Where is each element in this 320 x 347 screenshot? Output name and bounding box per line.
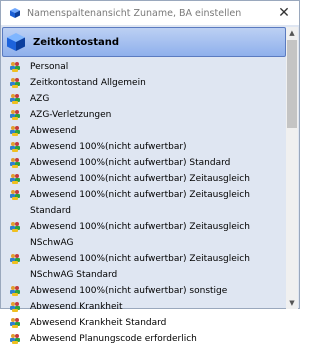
people-group-icon (10, 254, 20, 264)
list-item[interactable]: Abwesend (1, 123, 288, 139)
list-item-label: Abwesend 100%(nicht aufwertbar) sonstige (30, 286, 228, 296)
list-item-label: Abwesend (30, 126, 77, 136)
people-group-icon (10, 334, 20, 344)
list-item-label: Personal (30, 62, 69, 72)
list-item[interactable]: AZG (1, 91, 288, 107)
list-item-label: Abwesend Krankheit (30, 302, 123, 312)
people-group-icon (10, 110, 20, 120)
scroll-up-arrow-icon[interactable]: ▲ (286, 27, 298, 39)
scroll-down-arrow-icon[interactable]: ▼ (286, 297, 298, 309)
list-item[interactable]: Abwesend Krankheit Standard (1, 315, 288, 331)
category-header[interactable]: Zeitkontostand (2, 27, 286, 57)
list-item-label: AZG (30, 94, 50, 104)
list-item[interactable]: Abwesend 100%(nicht aufwertbar) Standard (1, 155, 288, 171)
people-group-icon (10, 222, 20, 232)
list-item[interactable]: Abwesend 100%(nicht aufwertbar) (1, 139, 288, 155)
vertical-scrollbar[interactable]: ▲ ▼ (286, 27, 298, 309)
dialog-window: Namenspaltenansicht Zuname, BA einstelle… (0, 0, 300, 344)
list-item-label: AZG-Verletzungen (30, 110, 112, 120)
list-item-label: Abwesend 100%(nicht aufwertbar) Zeitausg… (30, 190, 250, 216)
people-group-icon (10, 142, 20, 152)
window-title: Namenspaltenansicht Zuname, BA einstelle… (27, 7, 242, 19)
people-group-icon (10, 158, 20, 168)
list-item[interactable]: Abwesend 100%(nicht aufwertbar) Zeitausg… (1, 171, 288, 187)
list-item-label: Abwesend 100%(nicht aufwertbar) Zeitausg… (30, 254, 250, 280)
list-item-label: Zeitkontostand Allgemein (30, 78, 146, 88)
people-group-icon (10, 94, 20, 104)
people-group-icon (10, 78, 20, 88)
people-group-icon (10, 190, 20, 200)
list-item[interactable]: Personal (1, 59, 288, 75)
column-list: Personal Zeitkontostand Allgemein AZG AZ… (1, 59, 288, 347)
list-item-label: Abwesend 100%(nicht aufwertbar) Zeitausg… (30, 222, 250, 248)
people-group-icon (10, 62, 20, 72)
list-item[interactable]: Abwesend 100%(nicht aufwertbar) sonstige (1, 283, 288, 299)
list-item[interactable]: Abwesend 100%(nicht aufwertbar) Zeitausg… (1, 251, 288, 283)
list-item[interactable]: Zeitkontostand Allgemein (1, 75, 288, 91)
list-item[interactable]: AZG-Verletzungen (1, 107, 288, 123)
people-group-icon (10, 126, 20, 136)
close-button[interactable]: ✕ (275, 4, 293, 22)
cube-icon (7, 33, 25, 51)
list-item-label: Abwesend 100%(nicht aufwertbar) Standard (30, 158, 231, 168)
people-group-icon (10, 318, 20, 328)
list-item[interactable]: Abwesend Krankheit (1, 299, 288, 315)
cube-icon (10, 8, 20, 18)
people-group-icon (10, 174, 20, 184)
list-item[interactable]: Abwesend Planungscode erforderlich (1, 331, 288, 347)
list-item-label: Abwesend Planungscode erforderlich (30, 334, 197, 344)
category-header-label: Zeitkontostand (33, 36, 120, 48)
title-bar: Namenspaltenansicht Zuname, BA einstelle… (1, 1, 299, 25)
list-item[interactable]: Abwesend 100%(nicht aufwertbar) Zeitausg… (1, 219, 288, 251)
people-group-icon (10, 286, 20, 296)
people-group-icon (10, 302, 20, 312)
scrollbar-thumb[interactable] (287, 40, 297, 128)
list-item-label: Abwesend Krankheit Standard (30, 318, 167, 328)
list-item-label: Abwesend 100%(nicht aufwertbar) Zeitausg… (30, 174, 250, 184)
list-item[interactable]: Abwesend 100%(nicht aufwertbar) Zeitausg… (1, 187, 288, 219)
list-item-label: Abwesend 100%(nicht aufwertbar) (30, 142, 187, 152)
